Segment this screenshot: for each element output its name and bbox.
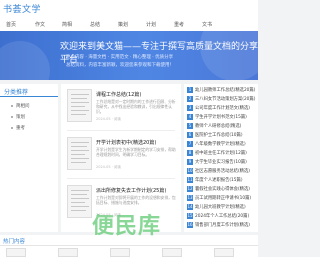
rank-badge: 15 <box>187 213 193 219</box>
document-thumbnail[interactable] <box>67 89 92 122</box>
ranking-item-title[interactable]: 员工试用期转正申请书(10篇) <box>195 195 251 201</box>
divider <box>67 178 175 179</box>
document-thumbnail[interactable] <box>67 137 92 170</box>
ranking-item[interactable]: 13 员工试用期转正申请书(10篇) <box>186 194 256 203</box>
ranking-item[interactable]: 9 大学生毕业实习报告(10篇) <box>186 158 256 167</box>
rank-badge: 14 <box>187 204 193 210</box>
ranking-item-title[interactable]: 幼儿园大班教学计划(精选) <box>195 204 246 210</box>
article-excerpt: 工作计划是对即将开展的工作的设想和安排，包括目标、措施与进度安排。 <box>96 195 176 205</box>
ranking-item-title[interactable]: 初中班主任工作计划(12篇) <box>195 150 247 156</box>
nav-item-plan[interactable]: 策划 <box>118 21 128 28</box>
sidebar-item-exam[interactable]: 重考 <box>16 125 25 131</box>
rank-badge: 5 <box>187 123 193 129</box>
rank-badge: 1 <box>187 87 193 93</box>
rank-badge: 10 <box>187 168 193 174</box>
ranking-item[interactable]: 8 初中班主任工作计划(12篇) <box>186 149 256 158</box>
document-thumbnail[interactable] <box>67 185 92 218</box>
document-thumbnail[interactable] <box>58 248 78 257</box>
article-title[interactable]: 课程工作总结(12篇) <box>96 91 141 98</box>
ranking-item-title[interactable]: 医院护士工作总结(10篇) <box>195 132 243 138</box>
sidebar-title: 分类推荐 <box>4 89 29 96</box>
ranking-item[interactable]: 2 三八妇女节活动策划方案(20篇) <box>186 95 256 104</box>
ranking-item[interactable]: 6 医院护士工作总结(10篇) <box>186 131 256 140</box>
ranking-item-title[interactable]: 年度个人述职报告(15篇) <box>195 177 243 183</box>
nav-item-essay[interactable]: 作文 <box>35 21 45 28</box>
sidebar-item-resume[interactable]: 简相问 <box>16 103 30 109</box>
hero-subtitle-2: 总结资料，内容丰富新颖，欢迎您来参观和下载使用！ <box>66 63 174 68</box>
ranking-item[interactable]: 1 幼儿园教师工作总结(精选20篇) <box>186 86 256 95</box>
ranking-item-title[interactable]: 幼儿园教师工作总结(精选20篇) <box>195 87 255 93</box>
top-bar: 书荟文学 <box>0 0 258 18</box>
ranking-item[interactable]: 7 八年级数学教学计划(精选) <box>186 140 256 149</box>
rank-badge: 4 <box>187 114 193 120</box>
rank-badge: 16 <box>187 222 193 228</box>
sidebar-item-plan[interactable]: 策划 <box>16 114 25 120</box>
article-title[interactable]: 开学计划表初中(精选20篇) <box>96 139 156 146</box>
section-divider <box>0 245 258 246</box>
nav-item-docs[interactable]: 文书 <box>202 21 212 28</box>
document-thumbnail[interactable] <box>110 248 130 257</box>
hero-banner: 欢迎来到美文猫——专注于撰写高质量文档的分享平台 更多内容 · 海量文档 · 实… <box>0 31 258 80</box>
ranking-item[interactable]: 14 幼儿园大班教学计划(精选) <box>186 203 256 212</box>
rank-badge: 12 <box>187 186 193 192</box>
rank-badge: 6 <box>187 132 193 138</box>
ranking-item[interactable]: 12 暑假社会实践心得体会(精选) <box>186 185 256 194</box>
nav-item-schedule[interactable]: 计划 <box>146 21 156 28</box>
bullet-icon <box>11 105 13 107</box>
rank-badge: 3 <box>187 105 193 111</box>
hero-decoration <box>0 41 50 80</box>
article-item[interactable]: 开学计划表初中(精选20篇) 开学计划是学生为新学期制定的学习安排，帮助合理规划… <box>61 132 181 178</box>
ranking-item-title[interactable]: 教师个人研修总结(精选) <box>195 123 241 129</box>
document-thumbnail[interactable] <box>214 248 234 257</box>
rank-badge: 13 <box>187 195 193 201</box>
ranking-item-title[interactable]: 社区志愿服务活动总结(精选) <box>195 168 250 174</box>
ranking-item[interactable]: 11 年度个人述职报告(15篇) <box>186 176 256 185</box>
article-excerpt: 工作总结是对一定时期内的工作进行回顾、分析和研究，从中找出经验和教训，引出规律性… <box>96 99 176 114</box>
rank-badge: 9 <box>187 159 193 165</box>
document-thumbnail[interactable] <box>162 248 182 257</box>
bullet-icon <box>11 116 13 118</box>
ranking-item[interactable]: 5 教师个人研修总结(精选) <box>186 122 256 131</box>
hero-subtitle: 更多内容 · 海量文档 · 实用范文 · 精心整理 · 优质分享 <box>66 55 174 60</box>
article-meta: 2024-05 · 阅读 <box>96 117 121 121</box>
ranking-item-title[interactable]: 大学生毕业实习报告(10篇) <box>195 159 247 165</box>
category-sidebar: 分类推荐 简相问 策划 重考 <box>0 84 58 232</box>
article-item[interactable]: 课程工作总结(12篇) 工作总结是对一定时期内的工作进行回顾、分析和研究，从中找… <box>61 84 181 130</box>
article-meta: 2024-05 · 阅读 <box>96 165 121 169</box>
ranking-item-title[interactable]: 2024年个人工作总结(20篇) <box>195 213 249 219</box>
ranking-item[interactable]: 10 社区志愿服务活动总结(精选) <box>186 167 256 176</box>
site-logo[interactable]: 书荟文学 <box>3 2 41 15</box>
watermark-logo: 便民库 <box>92 214 162 239</box>
ranking-item[interactable]: 16 销售部门月度工作计划(精选) <box>186 221 256 230</box>
sidebar-divider <box>0 96 58 97</box>
document-thumbnail[interactable] <box>6 248 26 257</box>
ranking-list: 1 幼儿园教师工作总结(精选20篇) 2 三八妇女节活动策划方案(20篇) 3 公司年… <box>184 84 258 232</box>
ranking-item-title[interactable]: 八年级数学教学计划(精选) <box>195 141 246 147</box>
ranking-item[interactable]: 4 学生开学计划书范文(15篇) <box>186 113 256 122</box>
nav-item-home[interactable]: 首页 <box>6 21 16 28</box>
ranking-item-title[interactable]: 销售部门月度工作计划(精选) <box>195 222 250 228</box>
divider <box>67 130 175 131</box>
ranking-item-title[interactable]: 学生开学计划书范文(15篇) <box>195 114 247 120</box>
rank-badge: 2 <box>187 96 193 102</box>
rank-badge: 11 <box>187 177 193 183</box>
ranking-item-title[interactable]: 三八妇女节活动策划方案(20篇) <box>195 96 255 102</box>
ranking-item-title[interactable]: 公司年度工作计划范文(精选) <box>195 105 250 111</box>
article-title[interactable]: 派出所修复失去工作计划(25篇) <box>96 187 166 194</box>
ranking-item-title[interactable]: 暑假社会实践心得体会(精选) <box>195 186 250 192</box>
bullet-icon <box>11 127 13 129</box>
main-nav: 首页 作文 简相 总结 策划 计划 重考 文书 <box>0 18 258 32</box>
nav-item-resume[interactable]: 简相 <box>62 21 72 28</box>
section-title: 热门内容 <box>3 239 26 245</box>
nav-item-summary[interactable]: 总结 <box>90 21 100 28</box>
article-excerpt: 开学计划是学生为新学期制定的学习安排，帮助合理规划时间，明确学习目标。 <box>96 147 176 157</box>
ranking-item[interactable]: 15 2024年个人工作总结(20篇) <box>186 212 256 221</box>
nav-item-exam[interactable]: 重考 <box>174 21 184 28</box>
rank-badge: 8 <box>187 150 193 156</box>
ranking-item[interactable]: 3 公司年度工作计划范文(精选) <box>186 104 256 113</box>
rank-badge: 7 <box>187 141 193 147</box>
